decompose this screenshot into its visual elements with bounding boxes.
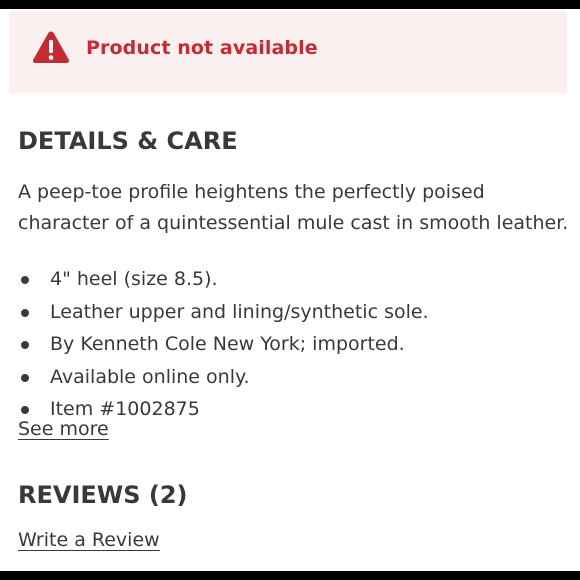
see-more-link[interactable]: See more bbox=[18, 418, 109, 440]
feature-text: Available online only. bbox=[50, 365, 250, 388]
list-item: By Kenneth Cole New York; imported. bbox=[18, 331, 429, 364]
product-description: A peep-toe profile heightens the perfect… bbox=[18, 181, 569, 234]
reviews-heading: REVIEWS (2) bbox=[18, 481, 188, 509]
bullet-icon bbox=[21, 276, 29, 284]
alert-message: Product not available bbox=[86, 37, 318, 59]
list-item: Available online only. bbox=[18, 364, 429, 397]
feature-text: By Kenneth Cole New York; imported. bbox=[50, 333, 405, 355]
unavailable-alert: Product not available bbox=[9, 11, 567, 93]
list-item: 4" heel (size 8.5). bbox=[18, 266, 429, 299]
warning-triangle-icon bbox=[32, 31, 70, 63]
details-care-heading: DETAILS & CARE bbox=[18, 127, 238, 155]
write-review-link[interactable]: Write a Review bbox=[18, 529, 160, 551]
product-features-list: 4" heel (size 8.5). Leather upper and li… bbox=[18, 266, 429, 429]
bullet-icon bbox=[21, 308, 29, 317]
feature-text: Item #1002875 bbox=[50, 398, 200, 420]
bullet-icon bbox=[21, 373, 29, 382]
feature-text: 4" heel (size 8.5). bbox=[50, 268, 218, 290]
list-item: Leather upper and lining/synthetic sole. bbox=[18, 299, 429, 332]
feature-text: Leather upper and lining/synthetic sole. bbox=[50, 300, 429, 323]
product-details-panel: Product not available DETAILS & CARE A p… bbox=[0, 9, 580, 571]
bullet-icon bbox=[21, 341, 29, 349]
bullet-icon bbox=[21, 406, 29, 414]
